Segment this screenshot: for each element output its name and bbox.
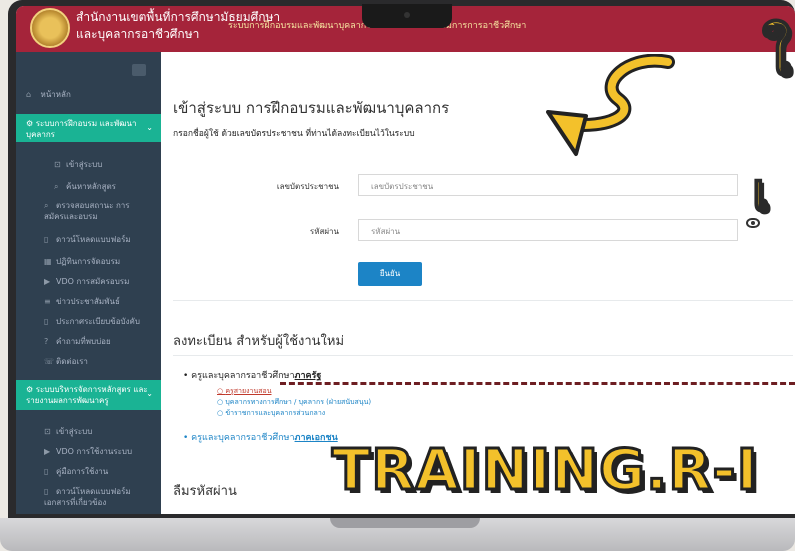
sidebar-section-training[interactable]: ⚙ ระบบการฝึกอบรม และพัฒนาบุคลากร ⌄ [16, 114, 161, 142]
register-gov-item[interactable]: • ครูและบุคลากรอาชีวศึกษาภาครัฐ [183, 368, 321, 382]
register-gov-teacher-link[interactable]: ○ ครูสายงานสอน [217, 386, 272, 397]
question-icon: ? [44, 337, 49, 346]
register-gov-central-link[interactable]: ○ ข้าราชการและบุคลากรส่วนกลาง [217, 408, 325, 419]
sidebar-section-label: ระบบบริหารจัดการหลักสูตร และรายงานผลการพ… [26, 385, 148, 405]
register-private-item[interactable]: • ครูและบุคลากรอาชีวศึกษาภาคเอกชน [183, 430, 338, 444]
document-icon: ▯ [44, 487, 49, 496]
chevron-down-icon: ⌄ [146, 123, 153, 132]
sidebar-item-regulations[interactable]: ▯ ประกาศระเบียบข้อบังคับ [16, 316, 146, 327]
password-label: รหัสผ่าน [309, 227, 339, 236]
divider [173, 300, 793, 301]
home-icon: ⌂ [26, 90, 32, 99]
document-icon: ▯ [44, 317, 49, 326]
sidebar-toggle-button[interactable] [132, 64, 146, 76]
chevron-down-icon: ⌄ [146, 389, 153, 398]
sidebar-item-label: หน้าหลัก [40, 90, 71, 99]
sidebar-item-login-2[interactable]: ⊡ เข้าสู่ระบบ [16, 426, 146, 437]
document-icon: ▯ [44, 235, 49, 244]
sidebar-item-download-form[interactable]: ▯ ดาวน์โหลดแบบฟอร์ม [16, 234, 146, 245]
sidebar-item-label: VDO การใช้งานระบบ [56, 447, 133, 456]
book-icon: ▯ [44, 467, 49, 476]
register-gov-staff-link[interactable]: ○ บุคลากรทางการศึกษา / บุคลากร (ฝ่ายสนับ… [217, 397, 371, 408]
sidebar-item-vdo-usage[interactable]: ▶ VDO การใช้งานระบบ [16, 446, 146, 457]
sidebar-section-course-management[interactable]: ⚙ ระบบบริหารจัดการหลักสูตร และรายงานผลกา… [16, 380, 161, 410]
sidebar-item-label: ข่าวประชาสัมพันธ์ [56, 297, 120, 306]
sidebar-item-contact[interactable]: ☏ ติดต่อเรา [16, 356, 146, 367]
sidebar-item-label: คู่มือการใช้งาน [56, 467, 109, 476]
login-icon: ⊡ [54, 160, 61, 169]
sidebar-item-label: ตรวจสอบสถานะ การสมัครและอบรม [44, 201, 130, 221]
dashed-underline [280, 382, 795, 385]
page-title: เข้าสู่ระบบ การฝึกอบรมและพัฒนาบุคลากร [173, 99, 450, 117]
sidebar-item-manual[interactable]: ▯ คู่มือการใช้งาน [16, 466, 146, 477]
divider [173, 355, 793, 356]
gear-icon: ⚙ [26, 385, 34, 394]
sidebar-section-label: ระบบการฝึกอบรม และพัฒนาบุคลากร [26, 119, 137, 139]
password-input[interactable]: รหัสผ่าน [358, 219, 738, 241]
confirm-button[interactable]: ยืนยัน [358, 262, 422, 286]
link-label: ครูสายงานสอน [225, 387, 272, 395]
overlay-side-top-text: ใ [761, 18, 792, 90]
sidebar-item-label: เข้าสู่ระบบ [66, 160, 103, 169]
sidebar-item-label: ประกาศระเบียบข้อบังคับ [56, 317, 140, 326]
register-section-title: ลงทะเบียน สำหรับผู้ใช้งานใหม่ [173, 334, 345, 349]
login-icon: ⊡ [44, 427, 51, 436]
sidebar-item-faq[interactable]: ? คำถามที่พบบ่อย [16, 336, 146, 347]
sidebar-item-news[interactable]: ≡ ข่าวประชาสัมพันธ์ [16, 296, 146, 307]
search-icon: ⌕ [54, 182, 59, 191]
search-icon: ⌕ [44, 201, 49, 210]
forgot-password-title: ลืมรหัสผ่าน [173, 484, 237, 499]
camera-lens [404, 12, 410, 18]
sidebar-item-login[interactable]: ⊡ เข้าสู่ระบบ [16, 158, 161, 171]
video-icon: ▶ [44, 277, 51, 286]
sidebar-item-label: คำถามที่พบบ่อย [56, 337, 111, 346]
sidebar-item-label: ดาวน์โหลดแบบฟอร์ม [56, 235, 131, 244]
contact-icon: ☏ [44, 357, 55, 366]
sidebar-item-vdo[interactable]: ▶ VDO การสมัครอบรม [16, 276, 146, 287]
sidebar-item-calendar[interactable]: ▦ ปฏิทินการจัดอบรม [16, 256, 146, 267]
sidebar-item-label: ดาวน์โหลดแบบฟอร์ม เอกสารที่เกี่ยวข้อง [44, 487, 131, 507]
camera-notch [362, 4, 452, 28]
link-label: ข้าราชการและบุคลากรส่วนกลาง [225, 409, 326, 417]
laptop-base-notch [330, 518, 480, 528]
sidebar-item-check-status[interactable]: ⌕ ตรวจสอบสถานะ การสมัครและอบรม [16, 200, 146, 222]
sidebar-item-label: เข้าสู่ระบบ [56, 427, 93, 436]
sidebar: ⌂ หน้าหลัก ⚙ ระบบการฝึกอบรม และพัฒนาบุคล… [16, 52, 161, 514]
video-icon: ▶ [44, 447, 51, 456]
sidebar-item-home[interactable]: ⌂ หน้าหลัก [16, 88, 161, 101]
sidebar-item-label: ค้นหาหลักสูตร [66, 182, 116, 191]
sidebar-item-search-course[interactable]: ⌕ ค้นหาหลักสูตร [16, 180, 161, 193]
sidebar-item-label: ติดต่อเรา [56, 357, 88, 366]
register-gov-link[interactable]: ภาครัฐ [295, 371, 322, 381]
link-label: บุคลากรทางการศึกษา / บุคลากร (ฝ่ายสนับสน… [225, 398, 372, 406]
id-card-input[interactable]: เลขบัตรประชาชน [358, 174, 738, 196]
curved-arrow-icon [546, 54, 675, 156]
overlay-training-text: TRAINING.R-I [331, 437, 760, 505]
organization-logo[interactable] [30, 8, 70, 48]
page-subtitle: กรอกชื่อผู้ใช้ ด้วยเลขบัตรประชาชน ที่ท่า… [173, 129, 415, 139]
register-gov-prefix: ครูและบุคลากรอาชีวศึกษา [191, 371, 295, 381]
overlay-side-mid-text: เ [751, 162, 771, 224]
sidebar-item-download-docs[interactable]: ▯ ดาวน์โหลดแบบฟอร์ม เอกสารที่เกี่ยวข้อง [16, 486, 146, 508]
register-private-prefix: ครูและบุคลากรอาชีวศึกษา [191, 433, 295, 443]
news-icon: ≡ [44, 297, 51, 306]
id-card-label: เลขบัตรประชาชน [276, 182, 339, 191]
calendar-icon: ▦ [44, 257, 52, 266]
sidebar-item-label: VDO การสมัครอบรม [56, 277, 130, 286]
sidebar-item-label: ปฏิทินการจัดอบรม [56, 257, 121, 266]
laptop-base [0, 518, 795, 551]
gear-icon: ⚙ [26, 119, 34, 128]
